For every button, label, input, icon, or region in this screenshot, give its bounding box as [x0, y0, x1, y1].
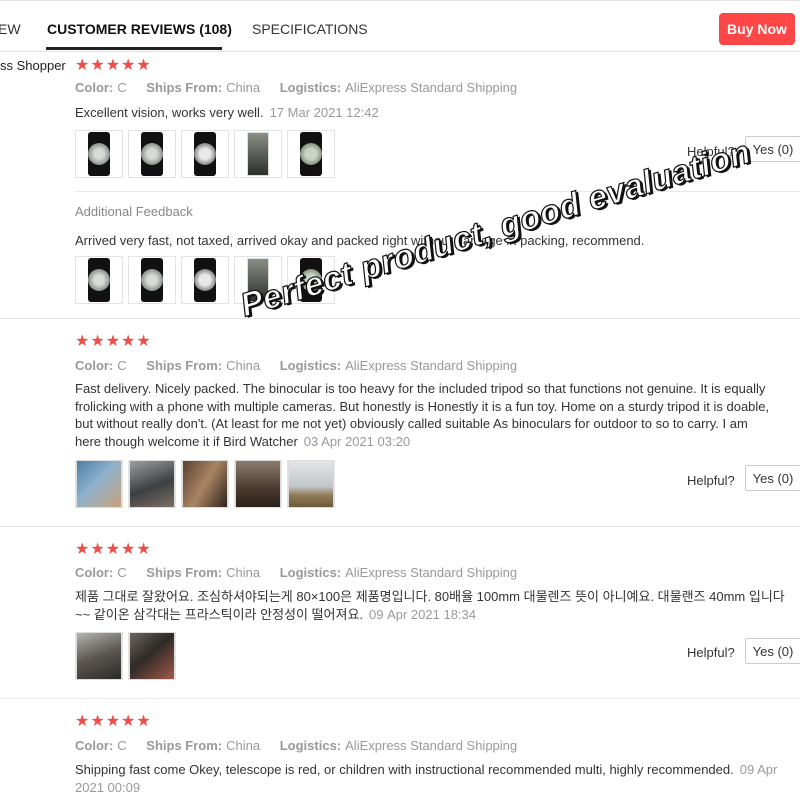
- color-value: C: [117, 738, 127, 753]
- logistics-value: AliExpress Standard Shipping: [345, 565, 518, 580]
- review-photo-thumbnail[interactable]: [181, 460, 229, 508]
- review-body: Excellent vision, works very well.: [75, 105, 264, 120]
- color-label: Color:: [75, 358, 114, 373]
- color-label: Color:: [75, 565, 114, 580]
- helpful-yes-button[interactable]: Yes (0): [745, 136, 800, 162]
- ships-from-label: Ships From:: [146, 738, 223, 753]
- divider: [75, 191, 800, 192]
- divider: [0, 318, 800, 319]
- tab-specifications[interactable]: SPECIFICATIONS: [252, 21, 368, 37]
- review-photo-thumbnail[interactable]: [75, 256, 123, 304]
- logistics-label: Logistics:: [279, 738, 342, 753]
- review-text: Excellent vision, works very well. 17 Mar…: [75, 104, 775, 122]
- review-date: 17 Mar 2021 12:42: [269, 105, 379, 120]
- helpful-label: Helpful?: [687, 473, 735, 488]
- color-value: C: [117, 80, 127, 95]
- color-value: C: [117, 358, 127, 373]
- review-date: 09 Apr 2021 18:34: [369, 606, 476, 622]
- star-rating: ★★★★★: [75, 333, 152, 350]
- review-photos: [75, 632, 176, 680]
- tab-overview[interactable]: EW: [0, 21, 21, 37]
- review-meta: Color: C Ships From: China Logistics: AliEx…: [75, 738, 533, 753]
- ships-from-label: Ships From:: [146, 80, 223, 95]
- review-photo-thumbnail[interactable]: [128, 256, 176, 304]
- ships-from-value: China: [226, 565, 261, 580]
- logistics-label: Logistics:: [279, 565, 342, 580]
- ships-from-label: Ships From:: [146, 358, 223, 373]
- logistics-label: Logistics:: [279, 80, 342, 95]
- logistics-value: AliExpress Standard Shipping: [345, 80, 518, 95]
- review-photo-thumbnail[interactable]: [287, 460, 335, 508]
- review-meta: Color: C Ships From: China Logistics: AliEx…: [75, 565, 533, 580]
- logistics-label: Logistics:: [279, 358, 342, 373]
- helpful-label: Helpful?: [687, 645, 735, 660]
- review-photos: [75, 460, 335, 508]
- star-rating: ★★★★★: [75, 541, 152, 558]
- color-value: C: [117, 565, 127, 580]
- star-rating: ★★★★★: [75, 57, 152, 74]
- review-photo-thumbnail[interactable]: [234, 460, 282, 508]
- review-photo-thumbnail[interactable]: [234, 130, 282, 178]
- review-tab-bar: EW CUSTOMER REVIEWS (108) SPECIFICATIONS…: [0, 0, 800, 52]
- helpful-yes-button[interactable]: Yes (0): [745, 465, 800, 491]
- review-photo-thumbnail[interactable]: [181, 130, 229, 178]
- review-body: Fast delivery. Nicely packed. The binocu…: [75, 381, 770, 449]
- active-tab-indicator: [46, 47, 222, 50]
- color-label: Color:: [75, 80, 114, 95]
- review-photo-thumbnail[interactable]: [75, 632, 123, 680]
- ships-from-label: Ships From:: [146, 565, 223, 580]
- star-rating: ★★★★★: [75, 713, 152, 730]
- tab-customer-reviews[interactable]: CUSTOMER REVIEWS (108): [47, 21, 232, 37]
- review-text: 제품 그대로 잘왔어요. 조심하셔야되는게 80×100은 제품명입니다. 80…: [75, 588, 785, 623]
- review-photo-thumbnail[interactable]: [181, 256, 229, 304]
- review-photos: [75, 130, 335, 178]
- review-body: Shipping fast come Okey, telescope is re…: [75, 762, 734, 777]
- review-meta: Color: C Ships From: China Logistics: AliEx…: [75, 358, 533, 373]
- review-photo-thumbnail[interactable]: [128, 130, 176, 178]
- review-photo-thumbnail[interactable]: [75, 460, 123, 508]
- color-label: Color:: [75, 738, 114, 753]
- buy-now-button[interactable]: Buy Now: [719, 13, 795, 45]
- review-photo-thumbnail[interactable]: [287, 130, 335, 178]
- divider: [0, 698, 800, 699]
- ships-from-value: China: [226, 358, 261, 373]
- review-text: Shipping fast come Okey, telescope is re…: [75, 761, 785, 796]
- logistics-value: AliExpress Standard Shipping: [345, 358, 518, 373]
- helpful-yes-button[interactable]: Yes (0): [745, 638, 800, 664]
- review-text: Fast delivery. Nicely packed. The binocu…: [75, 380, 775, 450]
- additional-feedback-title: Additional Feedback: [75, 204, 193, 219]
- reviewer-name: ss Shopper: [0, 58, 66, 73]
- logistics-value: AliExpress Standard Shipping: [345, 738, 518, 753]
- review-date: 03 Apr 2021 03:20: [303, 433, 411, 449]
- review-photo-thumbnail[interactable]: [128, 460, 176, 508]
- review-photo-thumbnail[interactable]: [128, 632, 176, 680]
- ships-from-value: China: [226, 738, 261, 753]
- ships-from-value: China: [226, 80, 261, 95]
- review-photo-thumbnail[interactable]: [75, 130, 123, 178]
- review-meta: Color: C Ships From: China Logistics: AliEx…: [75, 80, 533, 95]
- divider: [0, 526, 800, 527]
